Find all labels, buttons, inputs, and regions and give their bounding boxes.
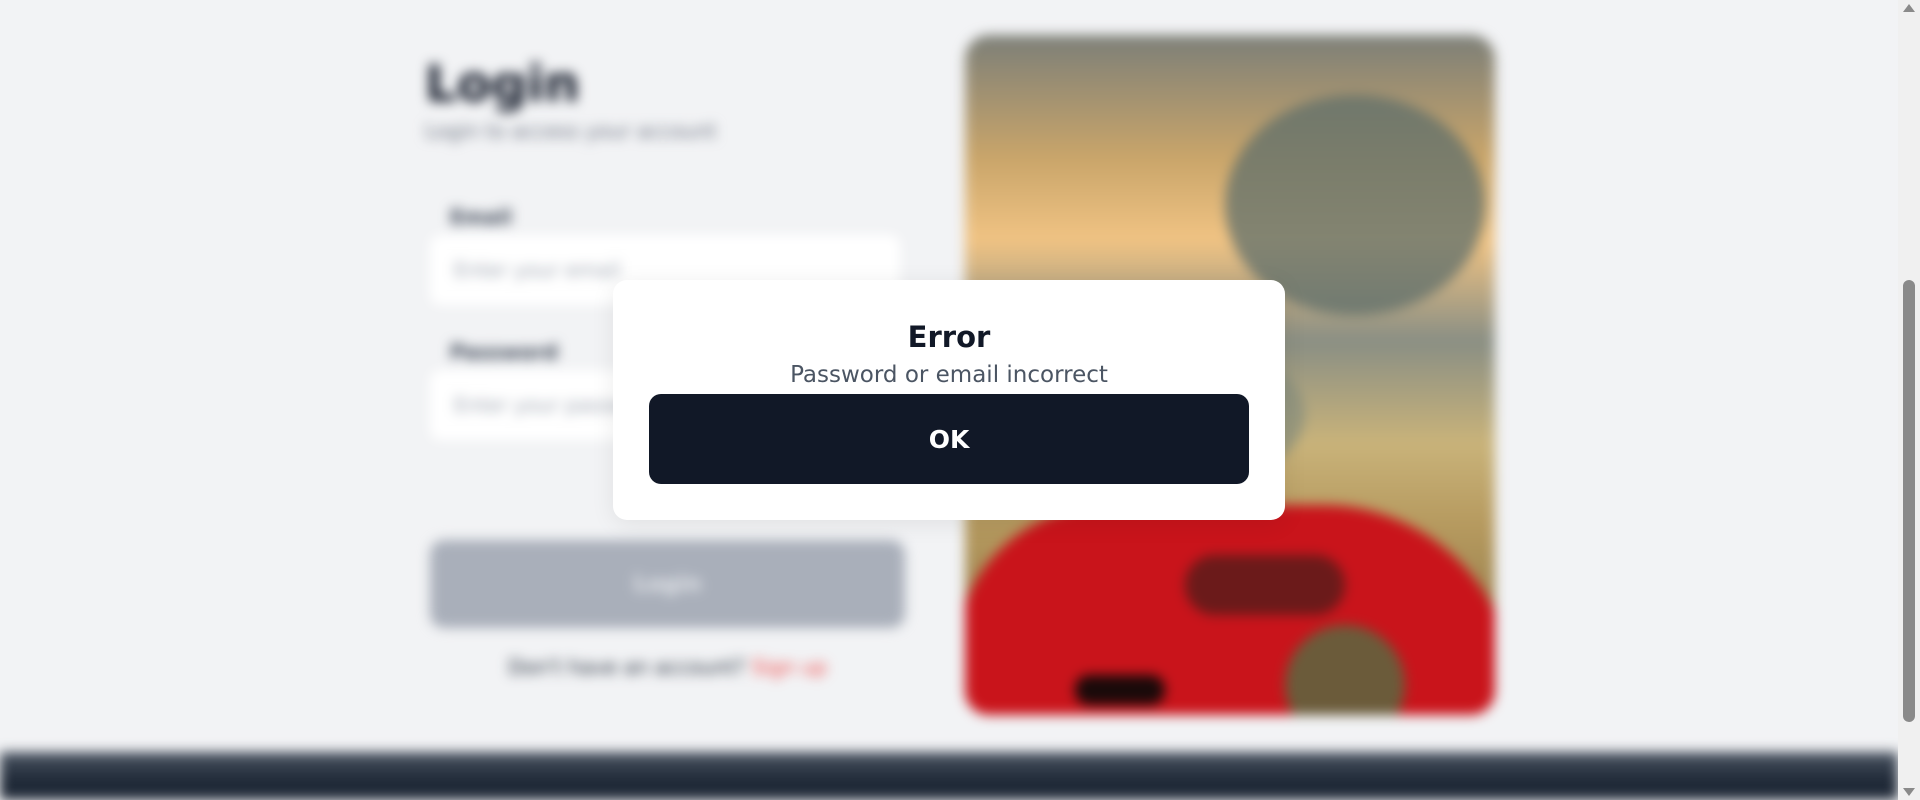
- dialog-title: Error: [907, 320, 991, 354]
- signup-prompt: Don't have an account?: [508, 655, 746, 679]
- dialog-message: Password or email incorrect: [790, 362, 1108, 388]
- login-subtitle: Login to access your account: [425, 119, 717, 143]
- scrollbar-thumb[interactable]: [1903, 280, 1915, 722]
- error-dialog: Error Password or email incorrect OK: [613, 280, 1285, 520]
- signup-line: Don't have an account? Sign up: [430, 655, 905, 679]
- scroll-down-arrow-icon[interactable]: [1903, 788, 1915, 796]
- hero-car-grill: [1075, 675, 1165, 705]
- login-header: Login Login to access your account: [425, 55, 905, 143]
- email-label-text: Email: [450, 205, 512, 229]
- email-placeholder: Enter your email: [454, 258, 621, 282]
- login-button-label: Login: [633, 571, 702, 597]
- hero-car-window: [1185, 555, 1345, 615]
- footer-bar: [0, 752, 1898, 800]
- vertical-scrollbar[interactable]: [1898, 0, 1920, 800]
- login-title: Login: [425, 55, 580, 113]
- signup-link[interactable]: Sign up: [752, 655, 827, 679]
- scroll-up-arrow-icon[interactable]: [1903, 4, 1915, 12]
- password-label: Password: [450, 340, 558, 364]
- password-label-text: Password: [450, 340, 558, 364]
- login-button[interactable]: Login: [430, 540, 905, 628]
- ok-button[interactable]: OK: [649, 394, 1249, 484]
- email-label: Email: [450, 205, 512, 229]
